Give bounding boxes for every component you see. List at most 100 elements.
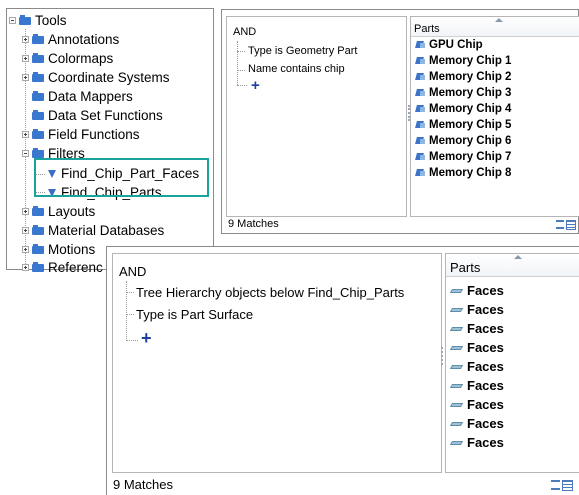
list-item[interactable]: Memory Chip 4 bbox=[416, 103, 511, 115]
surface-icon bbox=[451, 401, 463, 409]
list-item[interactable]: Memory Chip 8 bbox=[416, 167, 511, 179]
expand-icon[interactable] bbox=[22, 246, 29, 253]
criterion-item[interactable]: Type is Geometry Part bbox=[248, 45, 357, 57]
part-label: Memory Chip 7 bbox=[429, 151, 512, 163]
tree-item-material-databases[interactable]: Material Databases bbox=[22, 221, 164, 240]
add-criterion-icon[interactable]: + bbox=[141, 328, 152, 349]
part-icon bbox=[416, 104, 426, 114]
part-icon bbox=[416, 40, 426, 50]
list-item[interactable]: Memory Chip 5 bbox=[416, 119, 511, 131]
folder-icon bbox=[32, 243, 44, 254]
list-item[interactable]: Faces bbox=[451, 302, 504, 317]
list-item[interactable]: Faces bbox=[451, 340, 504, 355]
list-item[interactable]: Faces bbox=[451, 359, 504, 374]
criterion-item[interactable]: Tree Hierarchy objects below Find_Chip_P… bbox=[136, 285, 404, 300]
tree-item-motions[interactable]: Motions bbox=[22, 240, 95, 259]
folder-icon bbox=[32, 224, 44, 235]
parts-header-label: Parts bbox=[450, 260, 481, 275]
part-label: Faces bbox=[467, 416, 504, 431]
tree-item-colormaps[interactable]: Colormaps bbox=[22, 49, 113, 68]
list-item[interactable]: Faces bbox=[451, 416, 504, 431]
criteria-connector bbox=[126, 314, 134, 315]
surface-icon bbox=[451, 420, 463, 428]
folder-icon bbox=[32, 109, 44, 120]
expand-icon[interactable] bbox=[22, 55, 29, 62]
folder-icon bbox=[32, 261, 44, 272]
criteria-connector bbox=[126, 281, 127, 341]
part-label: GPU Chip bbox=[429, 39, 483, 51]
criterion-item[interactable]: Type is Part Surface bbox=[136, 307, 253, 322]
expand-icon[interactable] bbox=[22, 131, 29, 138]
criteria-connector bbox=[237, 70, 245, 71]
part-label: Memory Chip 5 bbox=[429, 119, 512, 131]
tree-item-label: Referenc bbox=[48, 260, 103, 275]
surface-icon bbox=[451, 325, 463, 333]
list-item[interactable]: Memory Chip 1 bbox=[416, 55, 511, 67]
matches-count: 9 Matches bbox=[228, 218, 279, 230]
list-item[interactable]: Faces bbox=[451, 378, 504, 393]
sort-ascending-icon bbox=[495, 18, 503, 22]
parts-header-label: Parts bbox=[414, 23, 440, 35]
folder-icon bbox=[32, 147, 44, 158]
expand-icon[interactable] bbox=[22, 36, 29, 43]
surface-icon bbox=[451, 344, 463, 352]
expand-icon[interactable] bbox=[22, 227, 29, 234]
part-icon bbox=[416, 120, 426, 130]
part-label: Memory Chip 6 bbox=[429, 135, 512, 147]
query-editor-bottom: AND Tree Hierarchy objects below Find_Ch… bbox=[106, 246, 579, 495]
parts-column-header[interactable]: Parts bbox=[411, 17, 579, 37]
expand-icon[interactable] bbox=[22, 208, 29, 215]
and-operator[interactable]: AND bbox=[233, 26, 256, 38]
folder-icon bbox=[32, 33, 44, 44]
list-item[interactable]: Faces bbox=[451, 435, 504, 450]
tree-item-tools[interactable]: Tools bbox=[9, 11, 67, 30]
tree-item-label: Motions bbox=[48, 242, 96, 257]
tools-tree-panel: Tools Annotations Colormaps Coordinate S… bbox=[6, 8, 214, 275]
tree-item-field-functions[interactable]: Field Functions bbox=[22, 125, 140, 144]
collapse-icon[interactable] bbox=[22, 150, 29, 157]
list-item[interactable]: Memory Chip 6 bbox=[416, 135, 511, 147]
part-label: Faces bbox=[467, 378, 504, 393]
part-label: Faces bbox=[467, 435, 504, 450]
add-criterion-icon[interactable]: + bbox=[251, 77, 260, 94]
tree-item-label: Material Databases bbox=[48, 223, 165, 238]
list-item[interactable]: Memory Chip 7 bbox=[416, 151, 511, 163]
sort-ascending-icon bbox=[514, 255, 522, 259]
list-item[interactable]: Faces bbox=[451, 397, 504, 412]
folder-icon bbox=[32, 128, 44, 139]
tree-item-data-mappers[interactable]: Data Mappers bbox=[32, 87, 133, 106]
list-item[interactable]: Memory Chip 2 bbox=[416, 71, 511, 83]
criteria-connector bbox=[237, 41, 238, 85]
query-criteria-panel: AND Tree Hierarchy objects below Find_Ch… bbox=[112, 253, 442, 473]
parts-column-header[interactable]: Parts bbox=[446, 254, 579, 277]
query-criteria-panel: AND Type is Geometry Part Name contains … bbox=[226, 16, 407, 217]
list-item[interactable]: Memory Chip 3 bbox=[416, 87, 511, 99]
part-label: Memory Chip 8 bbox=[429, 167, 512, 179]
surface-icon bbox=[451, 363, 463, 371]
tree-item-layouts[interactable]: Layouts bbox=[22, 202, 95, 221]
tree-item-label: Layouts bbox=[48, 204, 96, 219]
view-mode-icon[interactable] bbox=[556, 220, 578, 231]
tree-item-coordinate-systems[interactable]: Coordinate Systems bbox=[22, 68, 170, 87]
list-item[interactable]: Faces bbox=[451, 283, 504, 298]
list-item[interactable]: GPU Chip bbox=[416, 39, 483, 51]
matches-count: 9 Matches bbox=[113, 477, 173, 492]
tree-item-annotations[interactable]: Annotations bbox=[22, 30, 119, 49]
part-icon bbox=[416, 88, 426, 98]
collapse-icon[interactable] bbox=[9, 17, 16, 24]
part-icon bbox=[416, 56, 426, 66]
and-operator[interactable]: AND bbox=[119, 264, 146, 279]
part-icon bbox=[416, 168, 426, 178]
part-label: Faces bbox=[467, 397, 504, 412]
list-item[interactable]: Faces bbox=[451, 321, 504, 336]
folder-icon bbox=[32, 71, 44, 82]
folder-icon bbox=[19, 14, 31, 25]
expand-icon[interactable] bbox=[22, 74, 29, 81]
tree-item-data-set-functions[interactable]: Data Set Functions bbox=[32, 106, 163, 125]
parts-list-panel: Parts GPU Chip Memory Chip 1 Memory Chip… bbox=[410, 16, 579, 217]
tree-item-label: Data Mappers bbox=[48, 89, 133, 104]
tree-item-referenc[interactable]: Referenc bbox=[22, 258, 103, 277]
criterion-item[interactable]: Name contains chip bbox=[248, 63, 345, 75]
expand-icon[interactable] bbox=[22, 264, 29, 271]
view-mode-icon[interactable] bbox=[551, 480, 573, 491]
